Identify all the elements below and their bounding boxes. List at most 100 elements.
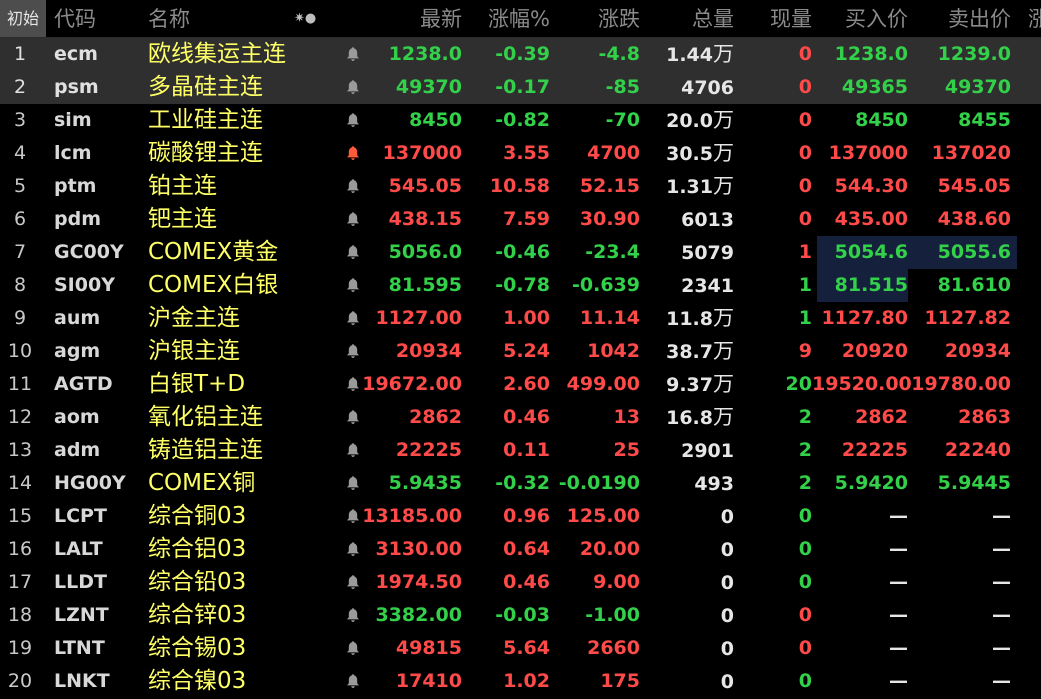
table-row[interactable]: 14 HG00Y COMEX铜 5.9435 -0.32 -0.0190 493 2 5.942… (0, 467, 1041, 500)
symbol-code: adm (54, 439, 101, 461)
table-row[interactable]: 11 AGTD 白银T+D 19672.00 2.60 499.00 9.37万 20 1952… (0, 368, 1041, 401)
row-number: 2 (13, 76, 27, 98)
ask-price: — (908, 632, 1011, 665)
table-row[interactable]: 7 GC00Y COMEX黄金 5056.0 -0.46 -23.4 5079 1 5054.6… (0, 236, 1041, 269)
header-more[interactable]: 涨 (1028, 0, 1041, 37)
ask-price: 49370 (908, 71, 1011, 104)
table-row[interactable]: 15 LCPT 综合铜03 13185.00 0.96 125.00 0 0 — — (0, 500, 1041, 533)
header-vol[interactable]: 总量 (640, 0, 734, 37)
change-amount: 499.00 (566, 373, 640, 395)
table-row[interactable]: 4 lcm 碳酸锂主连 137000 3.55 4700 30.5万 0 137000 13702… (0, 137, 1041, 170)
symbol-code: AGTD (54, 373, 113, 395)
symbol-code: SI00Y (54, 274, 115, 296)
total-volume: 0 (640, 665, 734, 698)
symbol-name: 碳酸锂主连 (148, 140, 263, 166)
quote-table: 初始 代码 名称 ✷● 最新 涨幅% 涨跌 总量 现量 买入价 卖出价 涨 1 e… (0, 0, 1041, 694)
current-volume: 1 (798, 274, 812, 296)
header-last[interactable]: 最新 (360, 0, 462, 37)
table-row[interactable]: 20 LNKT 综合镍03 17410 1.02 175 0 0 — — (0, 665, 1041, 698)
change-percent: 0.11 (503, 439, 550, 461)
table-row[interactable]: 9 aum 沪金主连 1127.00 1.00 11.14 11.8万 1 1127.80 112… (0, 302, 1041, 335)
volume-value: 38.7 (666, 341, 713, 363)
volume-value: 0 (720, 539, 734, 561)
header-settings-icon[interactable]: ✷● (294, 0, 316, 37)
row-number: 3 (13, 109, 27, 131)
change-amount: 125.00 (566, 505, 640, 527)
table-row[interactable]: 10 agm 沪银主连 20934 5.24 1042 38.7万 9 20920 20934 (0, 335, 1041, 368)
symbol-code: ecm (54, 43, 98, 65)
current-volume: 0 (798, 175, 812, 197)
change-percent: 1.00 (503, 307, 550, 329)
header-chg[interactable]: 涨跌 (550, 0, 640, 37)
bid-price: 137000 (828, 142, 908, 164)
symbol-name: 综合铜03 (148, 503, 247, 529)
ask-price: 137020 (908, 137, 1011, 170)
table-header: 初始 代码 名称 ✷● 最新 涨幅% 涨跌 总量 现量 买入价 卖出价 涨 (0, 0, 1041, 38)
table-row[interactable]: 16 LALT 综合铝03 3130.00 0.64 20.00 0 0 — — (0, 533, 1041, 566)
change-amount: -0.0190 (558, 472, 640, 494)
symbol-name: 多晶硅主连 (148, 74, 263, 100)
change-amount: -1.00 (585, 604, 640, 626)
row-number: 8 (13, 274, 27, 296)
change-percent: -0.03 (495, 604, 550, 626)
bid-price: 544.30 (834, 175, 908, 197)
total-volume: 4706 (640, 71, 734, 104)
change-percent: -0.46 (495, 241, 550, 263)
ask-price: 19780.00 (908, 368, 1011, 401)
total-volume: 16.8万 (640, 401, 734, 434)
header-bid[interactable]: 买入价 (812, 0, 908, 37)
bid-price: — (889, 604, 908, 626)
change-amount: 4700 (587, 142, 640, 164)
ask-price-value: 545.05 (937, 175, 1011, 197)
symbol-code: ptm (54, 175, 97, 197)
current-volume: 0 (798, 637, 812, 659)
header-cur[interactable]: 现量 (734, 0, 812, 37)
current-volume: 0 (798, 571, 812, 593)
ask-price-value: — (992, 604, 1011, 626)
header-code[interactable]: 代码 (54, 0, 96, 37)
header-pct[interactable]: 涨幅% (462, 0, 550, 37)
table-row[interactable]: 5 ptm 铂主连 545.05 10.58 52.15 1.31万 0 544.30 545.0… (0, 170, 1041, 203)
table-row[interactable]: 8 SI00Y COMEX白银 81.595 -0.78 -0.639 2341 1 81.51… (0, 269, 1041, 302)
table-row[interactable]: 2 psm 多晶硅主连 49370 -0.17 -85 4706 0 49365 49370 (0, 71, 1041, 104)
symbol-code: LLDT (54, 571, 107, 593)
ask-price: 8455 (908, 104, 1011, 137)
header-ask[interactable]: 卖出价 (908, 0, 1011, 37)
table-row[interactable]: 12 aom 氧化铝主连 2862 0.46 13 16.8万 2 2862 2863 (0, 401, 1041, 434)
ask-price-value: 8455 (958, 109, 1011, 131)
row-number: 4 (13, 142, 27, 164)
current-volume: 0 (798, 76, 812, 98)
change-percent: -0.32 (495, 472, 550, 494)
current-volume: 0 (798, 109, 812, 131)
table-row[interactable]: 1 ecm 欧线集运主连 1238.0 -0.39 -4.8 1.44万 0 1238.0 123… (0, 38, 1041, 71)
ask-price-value: 137020 (931, 142, 1011, 164)
symbol-name: 沪金主连 (148, 305, 240, 331)
symbol-code: sim (54, 109, 92, 131)
symbol-code: pdm (54, 208, 101, 230)
ask-price-value: 5.9445 (937, 472, 1011, 494)
symbol-name: 铸造铝主连 (148, 437, 263, 463)
init-sort-button[interactable]: 初始 (0, 0, 46, 37)
total-volume: 0 (640, 500, 734, 533)
table-row[interactable]: 19 LTNT 综合锡03 49815 5.64 2660 0 0 — — (0, 632, 1041, 665)
volume-value: 11.8 (666, 308, 713, 330)
table-row[interactable]: 3 sim 工业硅主连 8450 -0.82 -70 20.0万 0 8450 8455 (0, 104, 1041, 137)
change-amount: 1042 (587, 340, 640, 362)
change-percent: 0.46 (503, 406, 550, 428)
bid-price: 1238.0 (834, 43, 908, 65)
header-name[interactable]: 名称 (148, 0, 190, 37)
table-row[interactable]: 6 pdm 钯主连 438.15 7.59 30.90 6013 0 435.00 438.60 (0, 203, 1041, 236)
change-percent: -0.17 (495, 76, 550, 98)
table-row[interactable]: 13 adm 铸造铝主连 22225 0.11 25 2901 2 22225 22240 (0, 434, 1041, 467)
table-row[interactable]: 17 LLDT 综合铅03 1974.50 0.46 9.00 0 0 — — (0, 566, 1041, 599)
change-percent: -0.39 (495, 43, 550, 65)
total-volume: 493 (640, 467, 734, 500)
volume-unit: 万 (713, 306, 734, 330)
change-percent: 0.64 (503, 538, 550, 560)
current-volume: 0 (798, 142, 812, 164)
total-volume: 9.37万 (640, 368, 734, 401)
current-volume: 2 (798, 472, 812, 494)
table-row[interactable]: 18 LZNT 综合锌03 3382.00 -0.03 -1.00 0 0 — — (0, 599, 1041, 632)
ask-price: 22240 (908, 434, 1011, 467)
ask-price-value: 438.60 (937, 208, 1011, 230)
